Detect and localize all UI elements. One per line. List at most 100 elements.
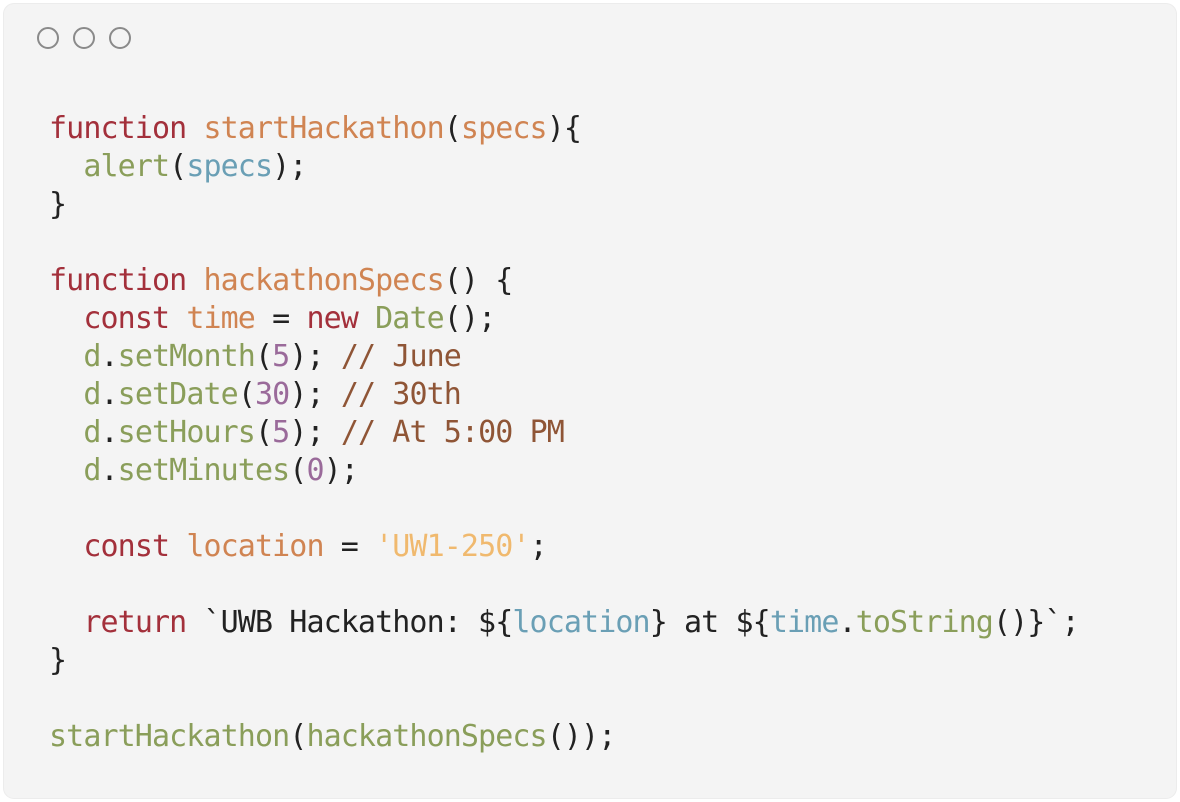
code-block[interactable]: function startHackathon(specs){ alert(sp…: [49, 110, 1080, 756]
code-token-call: d: [83, 377, 101, 412]
code-token-plain: ;: [529, 529, 548, 564]
code-token-plain: }: [49, 643, 67, 678]
code-token-call: d: [83, 339, 101, 374]
window-control-circle-icon[interactable]: [109, 27, 131, 49]
code-token-plain: (: [254, 339, 273, 374]
code-token-plain: ()}`;: [992, 605, 1080, 640]
code-token-call: hackathonSpecs: [306, 719, 547, 754]
code-line: alert(specs);: [49, 148, 1079, 186]
code-token-keyword: const: [83, 301, 170, 336]
code-token-param: location: [512, 605, 650, 640]
code-token-keyword: new: [306, 301, 358, 336]
code-token-number: 0: [306, 453, 324, 488]
code-token-plain: (: [289, 719, 307, 754]
code-token-keyword: function: [49, 263, 187, 298]
code-token-call: alert: [83, 149, 170, 184]
code-token-call: Date: [375, 301, 445, 336]
code-token-plain: (: [169, 149, 187, 184]
code-token-plain: );: [289, 377, 341, 412]
code-token-plain: );: [323, 453, 359, 488]
code-token-plain: .: [838, 605, 856, 640]
code-token-call: d: [83, 415, 101, 450]
code-line: }: [49, 186, 1079, 224]
code-token-function-name: hackathonSpecs: [203, 263, 444, 298]
code-token-plain: ){: [546, 111, 582, 146]
code-token-plain: );: [289, 339, 341, 374]
code-window: function startHackathon(specs){ alert(sp…: [4, 4, 1176, 798]
code-token-call: setDate: [117, 377, 239, 412]
code-token-plain: () {: [443, 263, 514, 298]
window-controls: [37, 27, 131, 49]
window-control-circle-icon[interactable]: [73, 27, 95, 49]
code-token-comment: // June: [340, 339, 462, 374]
code-line: d.setHours(5); // At 5:00 PM: [49, 414, 1079, 452]
code-line: }: [49, 642, 1079, 680]
code-line: const location = 'UW1-250';: [49, 528, 1079, 566]
code-token-call: setHours: [117, 415, 256, 450]
code-token-plain: =: [254, 301, 307, 336]
code-token-call: d: [83, 453, 101, 488]
code-token-keyword: const: [83, 529, 170, 564]
code-token-plain: .: [100, 415, 119, 450]
code-token-plain: }: [49, 187, 67, 222]
code-token-comment: // 30th: [340, 377, 462, 412]
code-token-number: 5: [272, 415, 290, 450]
code-token-function-name: startHackathon: [203, 111, 444, 146]
code-token-plain: (: [443, 111, 462, 146]
code-token-string: 'UW1-250': [375, 529, 530, 564]
code-line: d.setMonth(5); // June: [49, 338, 1079, 376]
code-token-function-name: time: [186, 301, 256, 336]
code-line: const time = new Date();: [49, 300, 1079, 338]
code-token-plain: .: [100, 339, 119, 374]
code-token-call: toString: [855, 605, 994, 640]
code-line: function hackathonSpecs() {: [49, 262, 1079, 300]
code-token-plain: ();: [443, 301, 496, 336]
code-line: d.setDate(30); // 30th: [49, 376, 1079, 414]
code-token-comment: // At 5:00 PM: [340, 415, 565, 450]
code-token-number: 30: [254, 377, 290, 412]
code-token-function-name: location: [186, 529, 324, 564]
window-control-circle-icon[interactable]: [37, 27, 59, 49]
code-token-plain: .: [100, 453, 119, 488]
code-token-number: 5: [272, 339, 290, 374]
code-token-plain: (: [237, 377, 256, 412]
code-token-plain: .: [100, 377, 119, 412]
code-line: startHackathon(hackathonSpecs());: [49, 718, 1079, 756]
code-line: function startHackathon(specs){: [49, 110, 1079, 148]
code-token-plain: } at ${: [649, 605, 771, 640]
code-token-plain: (: [289, 453, 307, 488]
code-token-call: startHackathon: [49, 719, 290, 754]
code-token-param: specs: [186, 149, 273, 184]
code-token-call: setMonth: [117, 339, 256, 374]
code-token-keyword: function: [49, 111, 187, 146]
code-token-keyword: return: [83, 605, 187, 640]
code-token-plain: );: [272, 149, 307, 184]
code-token-plain: (: [254, 415, 273, 450]
code-token-plain: );: [289, 415, 341, 450]
code-token-plain: ());: [546, 719, 617, 754]
code-token-param: time: [769, 605, 840, 640]
code-token-call: setMinutes: [117, 453, 291, 488]
code-token-function-name: specs: [460, 111, 548, 146]
code-line: d.setMinutes(0);: [49, 452, 1079, 490]
code-line: return `UWB Hackathon: ${location} at ${…: [49, 604, 1079, 642]
code-token-plain: =: [323, 529, 376, 564]
code-token-plain: `UWB Hackathon: ${: [186, 605, 513, 640]
